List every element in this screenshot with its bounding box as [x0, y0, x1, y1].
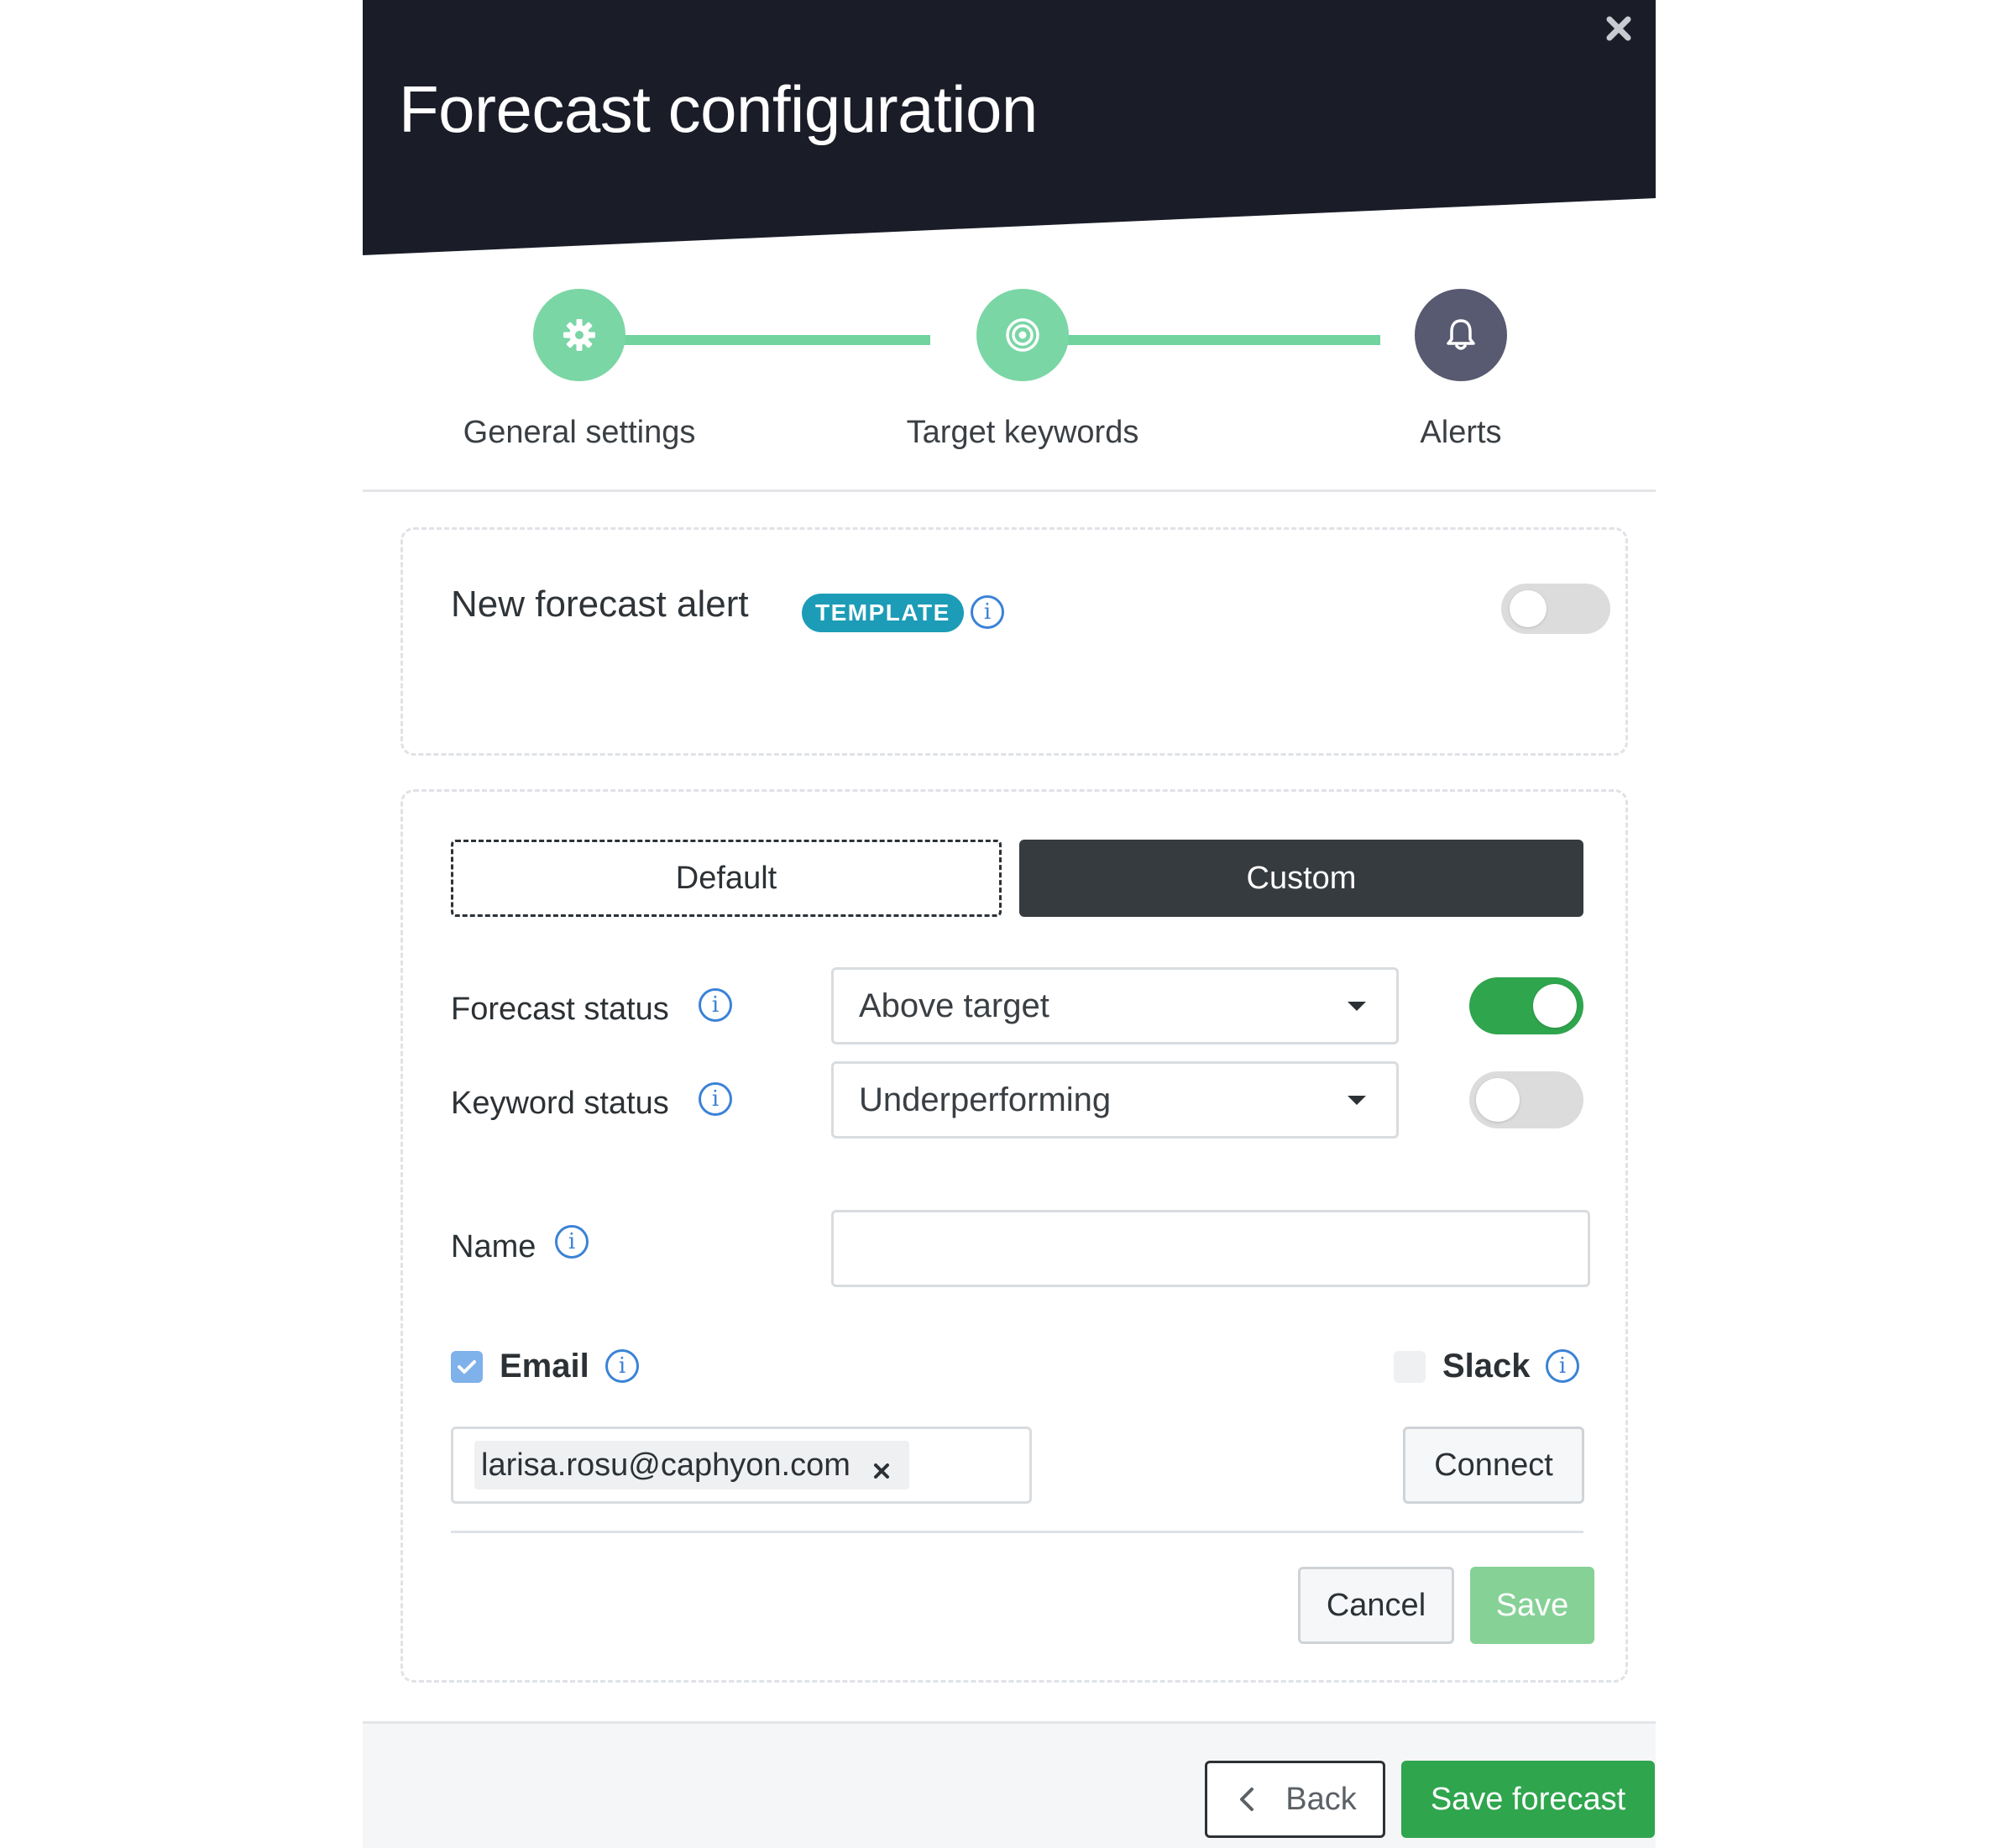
template-badge: TEMPLATE — [802, 594, 964, 632]
step-general-settings[interactable] — [533, 289, 625, 381]
tab-custom[interactable]: Custom — [1019, 840, 1583, 917]
alert-enabled-toggle[interactable] — [1501, 584, 1610, 634]
step-label-alerts: Alerts — [1420, 415, 1502, 450]
forecast-status-value: Above target — [859, 987, 1049, 1024]
forecast-config-modal: Forecast configuration General settings … — [363, 0, 1656, 1848]
save-button[interactable]: Save — [1470, 1567, 1594, 1644]
keyword-status-toggle[interactable] — [1469, 1071, 1583, 1128]
name-label: Name — [451, 1229, 536, 1264]
email-checkbox[interactable] — [451, 1351, 483, 1383]
info-icon[interactable]: i — [605, 1349, 639, 1383]
modal-header: Forecast configuration — [363, 0, 1656, 255]
close-button[interactable] — [1600, 10, 1637, 47]
info-icon[interactable]: i — [971, 595, 1004, 629]
step-target-keywords[interactable] — [976, 289, 1069, 381]
close-icon — [1606, 16, 1631, 41]
caret-down-icon — [1348, 1002, 1366, 1011]
step-alerts[interactable] — [1415, 289, 1507, 381]
alert-template-card: New forecast alert TEMPLATE i — [400, 527, 1628, 756]
modal-title: Forecast configuration — [399, 72, 1038, 146]
slack-label: Slack — [1442, 1348, 1531, 1385]
toggle-knob — [1510, 590, 1547, 627]
alert-title: New forecast alert — [451, 584, 749, 625]
info-icon[interactable]: i — [699, 1082, 732, 1116]
slack-checkbox[interactable] — [1394, 1351, 1426, 1383]
forecast-status-toggle[interactable] — [1469, 977, 1583, 1034]
forecast-status-label: Forecast status — [451, 992, 669, 1027]
step-label-general-settings: General settings — [463, 415, 696, 450]
caret-down-icon — [1348, 1096, 1366, 1105]
slack-connect-button[interactable]: Connect — [1403, 1427, 1584, 1504]
email-recipient-tag: larisa.rosu@caphyon.com — [474, 1441, 909, 1489]
remove-recipient-button[interactable] — [871, 1454, 892, 1479]
cancel-button[interactable]: Cancel — [1298, 1567, 1454, 1644]
modal-footer: Back Save forecast — [363, 1721, 1656, 1848]
keyword-status-label: Keyword status — [451, 1086, 669, 1121]
wizard-stepper: General settings Target keywords Alerts — [363, 255, 1656, 492]
check-icon — [458, 1360, 476, 1374]
back-button[interactable]: Back — [1205, 1761, 1385, 1838]
name-input[interactable] — [831, 1210, 1590, 1287]
info-icon[interactable]: i — [555, 1225, 589, 1259]
forecast-status-select[interactable]: Above target — [831, 967, 1399, 1044]
target-icon — [1006, 318, 1039, 352]
divider — [451, 1531, 1583, 1533]
email-recipient-text: larisa.rosu@caphyon.com — [481, 1447, 850, 1483]
alert-config-card: Default Custom Forecast status i Above t… — [400, 789, 1628, 1683]
tab-default[interactable]: Default — [451, 840, 1002, 917]
close-icon — [873, 1463, 889, 1479]
info-icon[interactable]: i — [699, 988, 732, 1022]
email-recipients-input[interactable]: larisa.rosu@caphyon.com — [451, 1427, 1032, 1504]
toggle-knob — [1533, 984, 1577, 1028]
back-label: Back — [1285, 1781, 1357, 1817]
chevron-left-icon — [1240, 1788, 1254, 1811]
gear-icon — [563, 319, 595, 351]
bell-icon — [1447, 319, 1475, 350]
toggle-knob — [1476, 1078, 1520, 1122]
keyword-status-select[interactable]: Underperforming — [831, 1061, 1399, 1139]
step-label-target-keywords: Target keywords — [906, 415, 1139, 450]
step-connector — [1019, 335, 1380, 345]
keyword-status-value: Underperforming — [859, 1081, 1112, 1118]
info-icon[interactable]: i — [1546, 1349, 1579, 1383]
save-forecast-button[interactable]: Save forecast — [1401, 1761, 1655, 1838]
email-label: Email — [500, 1348, 589, 1385]
